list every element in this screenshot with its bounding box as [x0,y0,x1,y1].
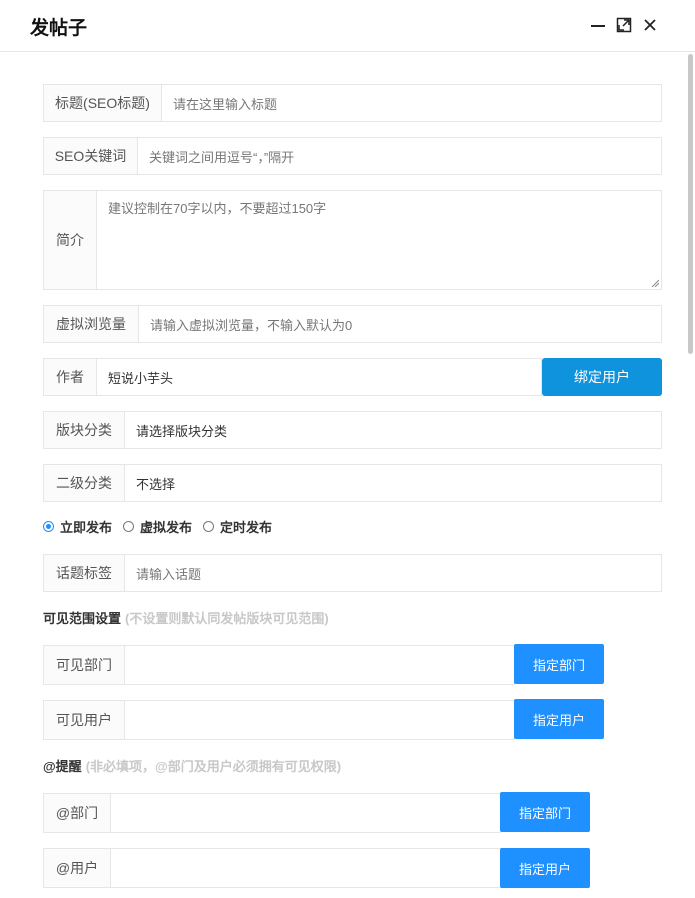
mention-heading: @提醒 (非必填项，@部门及用户必须拥有可见权限) [43,756,341,775]
topic-row: 话题标签 请输入话题 [43,554,662,592]
views-row: 虚拟浏览量 请输入虚拟浏览量，不输入默认为0 [43,305,662,343]
resize-grip-icon[interactable] [651,279,659,287]
mention-assign-dept-button[interactable]: 指定部门 [500,792,590,832]
visible-dept-input[interactable] [125,646,514,684]
subcategory-label: 二级分类 [44,465,125,501]
summary-label: 简介 [44,191,97,289]
assign-user-button[interactable]: 指定用户 [514,699,604,739]
radio-publish-now-label: 立即发布 [60,520,113,535]
minimize-icon[interactable] [589,16,607,34]
views-input[interactable]: 请输入虚拟浏览量，不输入默认为0 [139,306,661,342]
scrollbar[interactable] [688,54,693,898]
author-row: 作者 短说小芋头 [43,358,542,396]
section-row: 版块分类 请选择版块分类 [43,411,662,449]
mention-hint: (非必填项，@部门及用户必须拥有可见权限) [85,759,342,774]
keywords-label: SEO关键词 [44,138,138,174]
title-label: 标题(SEO标题) [44,85,162,121]
mention-assign-user-button[interactable]: 指定用户 [500,848,590,888]
radio-publish-virtual-label: 虚拟发布 [140,520,193,535]
close-icon[interactable] [641,16,659,34]
keywords-input[interactable]: 关键词之间用逗号“，”隔开 [138,138,661,174]
author-input[interactable]: 短说小芋头 [97,359,541,395]
author-label: 作者 [44,359,97,395]
views-label: 虚拟浏览量 [44,306,139,342]
title-input[interactable]: 请在这里输入标题 [162,85,661,121]
mention-user-input[interactable] [111,849,500,887]
radio-publish-now[interactable]: 立即发布 [43,517,112,536]
radio-checked-icon [43,521,54,532]
summary-row: 简介 建议控制在70字以内，不要超过150字 [43,190,662,290]
window-titlebar: 发帖子 [0,0,695,52]
mention-user-label: @用户 [44,849,111,887]
visible-user-input[interactable] [125,701,514,739]
radio-publish-scheduled-label: 定时发布 [220,520,273,535]
bind-user-button[interactable]: 绑定用户 [542,358,662,396]
keywords-row: SEO关键词 关键词之间用逗号“，”隔开 [43,137,662,175]
subcategory-select[interactable]: 不选择 [125,465,661,501]
topic-input[interactable]: 请输入话题 [125,555,661,591]
radio-unchecked-icon [203,521,215,532]
visible-dept-label: 可见部门 [44,646,125,684]
visible-user-label: 可见用户 [44,701,125,739]
mention-user-row: @用户 [43,848,501,888]
assign-dept-button[interactable]: 指定部门 [514,644,604,684]
topic-label: 话题标签 [44,555,125,591]
visibility-hint: (不设置则默认同发帖版块可见范围) [125,611,329,626]
section-select[interactable]: 请选择版块分类 [125,412,661,448]
visible-user-row: 可见用户 [43,700,515,740]
section-label: 版块分类 [44,412,125,448]
radio-publish-virtual[interactable]: 虚拟发布 [123,517,192,536]
visibility-heading-text: 可见范围设置 [43,611,122,626]
summary-textarea[interactable]: 建议控制在70字以内，不要超过150字 [97,191,661,289]
mention-dept-input[interactable] [111,794,500,832]
title-row: 标题(SEO标题) 请在这里输入标题 [43,84,662,122]
publish-options: 立即发布 虚拟发布 定时发布 [43,517,283,536]
radio-publish-scheduled[interactable]: 定时发布 [203,517,272,536]
window-title: 发帖子 [30,18,88,39]
scrollbar-thumb[interactable] [688,54,693,354]
visible-dept-row: 可见部门 [43,645,515,685]
mention-dept-label: @部门 [44,794,111,832]
summary-placeholder: 建议控制在70字以内，不要超过150字 [108,201,327,216]
subcategory-row: 二级分类 不选择 [43,464,662,502]
radio-unchecked-icon [123,521,135,532]
mention-dept-row: @部门 [43,793,501,833]
maximize-icon[interactable] [615,16,633,34]
visibility-heading: 可见范围设置 (不设置则默认同发帖版块可见范围) [43,608,329,627]
mention-heading-text: @提醒 [43,759,82,774]
